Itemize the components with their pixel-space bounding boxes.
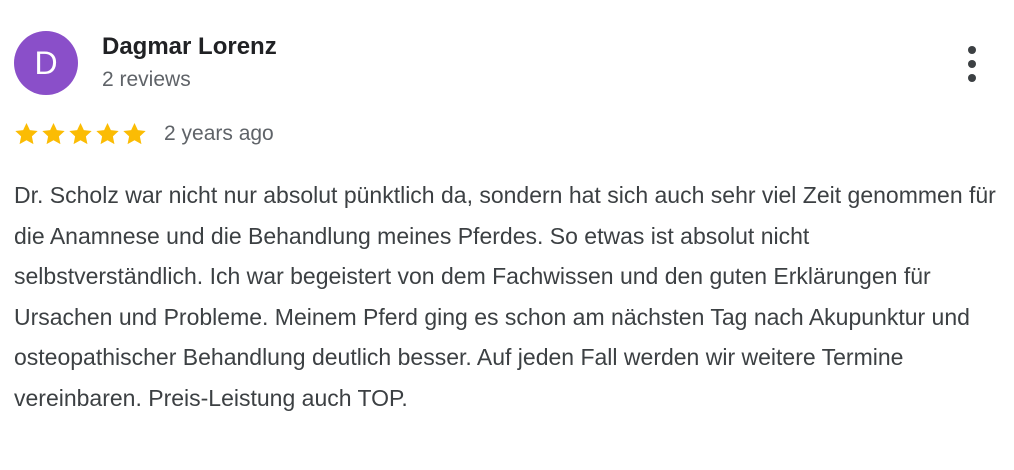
rating-row: 2 years ago <box>13 118 274 150</box>
review-text: Dr. Scholz war nicht nur absolut pünktli… <box>14 182 996 411</box>
more-options-button[interactable] <box>952 42 992 86</box>
more-vert-icon <box>968 46 976 54</box>
star-icon <box>15 122 38 145</box>
avatar[interactable]: D <box>14 31 78 95</box>
review-date: 2 years ago <box>164 122 274 145</box>
star-icon <box>123 122 146 145</box>
star-icon <box>69 122 92 145</box>
author-name[interactable]: Dagmar Lorenz <box>102 33 277 61</box>
star-rating <box>13 121 148 147</box>
star-icon <box>42 122 65 145</box>
review-card: D Dagmar Lorenz 2 reviews 2 years ago Dr… <box>0 0 1014 470</box>
star-icon <box>96 122 119 145</box>
author-review-count: 2 reviews <box>102 68 191 91</box>
